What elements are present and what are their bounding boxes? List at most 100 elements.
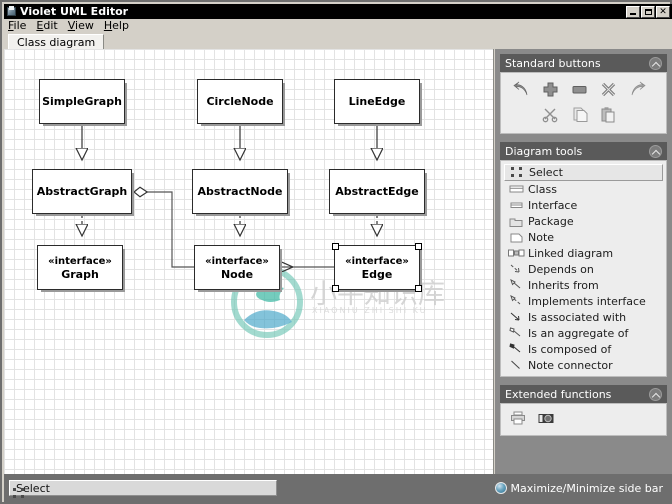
panel-body-extended-functions bbox=[500, 403, 667, 436]
node-label: AbstractNode bbox=[197, 185, 283, 198]
copy-icon bbox=[573, 107, 588, 122]
node-label: AbstractEdge bbox=[335, 185, 419, 198]
window-title: Violet UML Editor bbox=[20, 5, 129, 18]
add-button[interactable] bbox=[536, 77, 565, 102]
diagram-canvas[interactable]: 小牛知识库 XIAONIU ZHI SHI KU SimpleGraph Cir… bbox=[4, 49, 494, 474]
camera-icon bbox=[538, 414, 554, 423]
menu-bar: File Edit View Help bbox=[4, 19, 672, 32]
panel-body-diagram-tools: Select Class Interface Package Note Link… bbox=[500, 160, 667, 377]
tool-implements-interface[interactable]: Implements interface bbox=[504, 293, 663, 309]
tool-is-composed-of[interactable]: Is composed of bbox=[504, 341, 663, 357]
panel-extended-functions: Extended functions bbox=[500, 385, 667, 436]
panel-title: Standard buttons bbox=[505, 56, 601, 70]
class-node-abstractnode[interactable]: AbstractNode bbox=[192, 169, 288, 214]
window-controls: ✕ bbox=[626, 5, 672, 18]
screenshot-button[interactable] bbox=[537, 410, 555, 429]
plus-icon bbox=[543, 82, 558, 97]
tool-label: Is associated with bbox=[528, 310, 627, 324]
interface-node-edge[interactable]: «interface» Edge bbox=[332, 243, 422, 292]
panel-body-standard-buttons bbox=[500, 72, 667, 134]
tool-label: Note bbox=[528, 230, 555, 244]
tool-select[interactable]: Select bbox=[504, 164, 663, 181]
menu-file[interactable]: File bbox=[8, 19, 33, 32]
depends-on-icon bbox=[507, 263, 525, 276]
tool-interface[interactable]: Interface bbox=[504, 197, 663, 213]
menu-view[interactable]: View bbox=[68, 19, 101, 32]
side-bar: Standard buttons Diagram tools Select Cl… bbox=[495, 49, 672, 474]
tool-note-connector[interactable]: Note connector bbox=[504, 357, 663, 373]
paste-button[interactable] bbox=[594, 102, 623, 127]
selection-handle[interactable] bbox=[332, 285, 339, 292]
chevron-up-icon[interactable] bbox=[649, 144, 662, 158]
tool-depends-on[interactable]: Depends on bbox=[504, 261, 663, 277]
node-stereotype: «interface» bbox=[345, 255, 409, 267]
standard-button-grid bbox=[501, 73, 666, 133]
selection-handle[interactable] bbox=[415, 243, 422, 250]
interface-node-node[interactable]: «interface» Node bbox=[194, 245, 280, 290]
node-label: AbstractGraph bbox=[36, 185, 128, 198]
print-button[interactable] bbox=[509, 410, 527, 429]
node-stereotype: «interface» bbox=[205, 255, 269, 267]
sidebar-toggle[interactable]: Maximize/Minimize side bar bbox=[494, 482, 667, 495]
properties-button[interactable] bbox=[565, 77, 594, 102]
inherits-from-icon bbox=[507, 279, 525, 292]
class-node-circlenode[interactable]: CircleNode bbox=[197, 79, 283, 124]
node-label: Node bbox=[220, 267, 254, 281]
delete-button[interactable] bbox=[594, 77, 623, 102]
class-node-abstractgraph[interactable]: AbstractGraph bbox=[32, 169, 132, 214]
tool-label: Is an aggregate of bbox=[528, 326, 629, 340]
minimize-button[interactable] bbox=[626, 5, 640, 18]
panel-header-standard-buttons[interactable]: Standard buttons bbox=[500, 54, 667, 72]
associated-with-icon bbox=[507, 311, 525, 324]
linked-diagram-icon bbox=[507, 247, 525, 260]
cut-button[interactable] bbox=[536, 102, 565, 127]
select-dots-icon bbox=[508, 166, 526, 179]
scissors-icon bbox=[542, 108, 558, 123]
tool-package[interactable]: Package bbox=[504, 213, 663, 229]
violet-app-icon bbox=[6, 6, 17, 17]
status-current-tool[interactable]: Select bbox=[9, 480, 277, 498]
chevron-up-icon[interactable] bbox=[649, 387, 662, 401]
tool-is-an-aggregate-of[interactable]: Is an aggregate of bbox=[504, 325, 663, 341]
maximize-button[interactable] bbox=[641, 5, 655, 18]
panel-header-extended-functions[interactable]: Extended functions bbox=[500, 385, 667, 403]
package-icon bbox=[507, 215, 525, 228]
undo-button[interactable] bbox=[507, 77, 536, 102]
delete-x-icon bbox=[601, 82, 616, 97]
close-icon: ✕ bbox=[659, 6, 667, 17]
node-label: Edge bbox=[361, 267, 393, 281]
tool-label: Inherits from bbox=[528, 278, 599, 292]
node-label: CircleNode bbox=[206, 95, 274, 108]
tool-label: Depends on bbox=[528, 262, 594, 276]
tab-class-diagram[interactable]: Class diagram bbox=[8, 34, 105, 49]
tab-strip: Class diagram bbox=[4, 32, 672, 49]
printer-icon bbox=[511, 411, 525, 425]
tool-is-associated-with[interactable]: Is associated with bbox=[504, 309, 663, 325]
paste-icon bbox=[601, 107, 615, 123]
tool-class[interactable]: Class bbox=[504, 181, 663, 197]
class-node-simplegraph[interactable]: SimpleGraph bbox=[39, 79, 125, 124]
panel-header-diagram-tools[interactable]: Diagram tools bbox=[500, 142, 667, 160]
menu-edit[interactable]: Edit bbox=[36, 19, 64, 32]
close-button[interactable]: ✕ bbox=[656, 5, 670, 18]
node-stereotype: «interface» bbox=[48, 255, 112, 267]
selection-handle[interactable] bbox=[415, 285, 422, 292]
diagram-tools-list: Select Class Interface Package Note Link… bbox=[501, 161, 666, 376]
tool-inherits-from[interactable]: Inherits from bbox=[504, 277, 663, 293]
interface-node-graph[interactable]: «interface» Graph bbox=[37, 245, 123, 290]
tool-label: Package bbox=[528, 214, 574, 228]
tool-label: Is composed of bbox=[528, 342, 612, 356]
tool-linked-diagram[interactable]: Linked diagram bbox=[504, 245, 663, 261]
menu-help[interactable]: Help bbox=[104, 19, 136, 32]
tool-label: Select bbox=[529, 166, 563, 179]
tool-note[interactable]: Note bbox=[504, 229, 663, 245]
class-node-abstractedge[interactable]: AbstractEdge bbox=[329, 169, 425, 214]
selection-handle[interactable] bbox=[332, 243, 339, 250]
class-node-lineedge[interactable]: LineEdge bbox=[334, 79, 420, 124]
tool-label: Implements interface bbox=[528, 294, 646, 308]
copy-button[interactable] bbox=[565, 102, 594, 127]
chevron-up-icon[interactable] bbox=[649, 56, 662, 70]
redo-button[interactable] bbox=[623, 77, 652, 102]
tool-label: Interface bbox=[528, 198, 578, 212]
composed-of-icon bbox=[507, 343, 525, 356]
